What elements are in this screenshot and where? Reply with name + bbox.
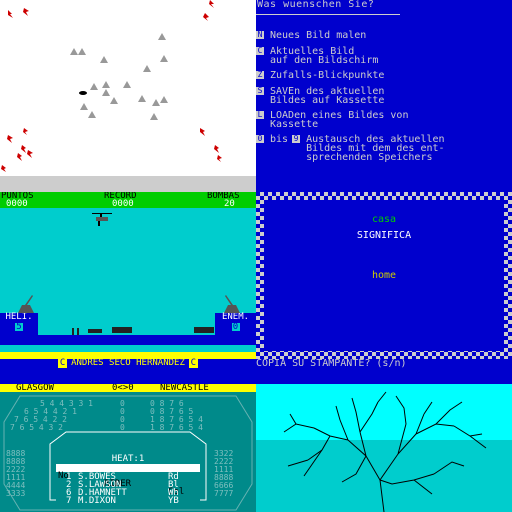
copyright-icon: C <box>58 358 68 368</box>
score-header: GLASGOW 0<>0 NEWCASTLE <box>0 384 256 393</box>
rider-color: YB <box>168 496 179 506</box>
svg-text:7777: 7777 <box>214 489 233 498</box>
red-markers <box>1 0 222 172</box>
menu-item-new[interactable]: N Neues Bild malen <box>256 30 367 41</box>
ground-bar <box>0 335 256 345</box>
menu-item-random[interactable]: Z Zufalls-Blickpunkte <box>256 70 385 81</box>
heat-title: HEAT:1 <box>111 454 145 464</box>
menu-item-swap[interactable]: 0 bis 9 Austausch des aktuellen Bildes mit … <box>256 134 445 163</box>
menu-item-description: Austausch des aktuellen Bildes mit dem d… <box>306 134 445 163</box>
tree-branches <box>283 391 487 512</box>
game-bottom-bar <box>0 368 256 384</box>
meaning-label: SIGNIFICA <box>356 230 412 241</box>
copyright-icon: C <box>188 358 198 368</box>
dictionary-panel: casa SIGNIFICA home <box>264 200 504 351</box>
player-ship-icon <box>79 91 87 95</box>
translated-word: home <box>371 270 397 281</box>
svg-text:7 6 5 4 3 2: 7 6 5 4 3 2 <box>10 423 63 432</box>
menu-item-label: Neues Bild malen <box>270 30 367 41</box>
map-field <box>0 0 256 176</box>
dictionary-screen: casa SIGNIFICA home COPIA SU STAMPANTE? … <box>256 192 512 384</box>
credit-line: C ANDRES SECO HERNANDEZ C <box>0 359 256 368</box>
credit-text: ANDRES SECO HERNANDEZ <box>71 358 185 368</box>
home-team: GLASGOW <box>16 384 54 393</box>
game-hud: PUNTOS 0000 RECORD 0000 BOMBAS 20 <box>0 192 256 209</box>
bombas-value: 20 <box>224 199 235 209</box>
menu-item-label: Aktuelles Bild auf den Bildschirm <box>270 46 379 66</box>
menu-item-label: SAVEn des aktuellen Bildes auf Kassette <box>270 86 385 106</box>
menu-item-label: Zufalls-Blickpunkte <box>270 70 385 81</box>
print-prompt[interactable]: COPIA SU STAMPANTE? (s/n) <box>256 359 512 369</box>
tree-graphic <box>283 391 487 512</box>
speedway-board: 5 4 4 3 3 16 5 4 4 2 17 6 5 4 2 2 7 6 5 … <box>0 392 256 512</box>
map-graphic <box>1 0 222 172</box>
menu-item-load[interactable]: L LOADen eines Bildes von Kassette <box>256 110 409 130</box>
away-team: NEWCASTLE <box>160 384 209 393</box>
record-value: 0000 <box>112 199 134 209</box>
enemy-base: ENEM. 0 <box>215 313 256 335</box>
map-screen <box>0 0 256 192</box>
grey-mountains <box>70 33 168 120</box>
map-status-strip <box>0 176 256 192</box>
key-icon: Z <box>256 70 264 79</box>
enemy-count: 0 <box>231 322 240 332</box>
helicopter-icon <box>92 213 112 226</box>
helicopter-game-screen: PUNTOS 0000 RECORD 0000 BOMBAS 20 HELI. … <box>0 192 256 384</box>
title-underline <box>256 14 400 15</box>
heli-base: HELI. 5 <box>0 313 38 335</box>
puntos-value: 0000 <box>6 199 28 209</box>
svg-text:0: 0 <box>120 423 125 432</box>
heat-header-row: No RIDER Col <box>56 464 200 497</box>
key-icon: C <box>256 46 264 55</box>
heat-table: HEAT:1 No RIDER Col 1 S.BOWES Rd 2 S.LAWSON… <box>56 455 200 509</box>
heli-label: HELI. <box>5 312 33 322</box>
fractal-tree-screen <box>256 384 512 512</box>
svg-text:3333: 3333 <box>6 489 25 498</box>
source-word: casa <box>371 214 397 225</box>
svg-text:1 8 7 6 5 4: 1 8 7 6 5 4 <box>150 423 203 432</box>
menu-item-save[interactable]: S SAVEn des aktuellen Bildes auf Kassette <box>256 86 385 106</box>
key-icon: N <box>256 30 264 39</box>
menu-item-current[interactable]: C Aktuelles Bild auf den Bildschirm <box>256 46 379 66</box>
menu-title: Was wuenschen Sie? <box>257 0 375 10</box>
key-icon: 0 <box>256 134 264 143</box>
menu-item-label: bis <box>270 134 289 145</box>
match-score: 0<>0 <box>112 384 134 393</box>
speedway-screen: GLASGOW 0<>0 NEWCASTLE 5 4 4 3 3 16 5 4 … <box>0 384 256 512</box>
right-cannon-icon <box>224 295 240 313</box>
key-icon: S <box>256 86 264 95</box>
menu-item-label: LOADen eines Bildes von Kassette <box>270 110 409 130</box>
key-icon: 9 <box>292 134 301 143</box>
paint-menu-screen: Was wuenschen Sie? N Neues Bild malen C Ak… <box>256 0 512 192</box>
rider-no: 7 <box>66 496 72 506</box>
key-icon: L <box>256 110 264 119</box>
enemy-label: ENEM. <box>221 312 250 322</box>
heli-count: 5 <box>15 322 23 332</box>
rider-name: M.DIXON <box>78 496 116 506</box>
checkered-border: casa SIGNIFICA home <box>256 192 512 359</box>
left-cannon-icon <box>18 295 34 313</box>
